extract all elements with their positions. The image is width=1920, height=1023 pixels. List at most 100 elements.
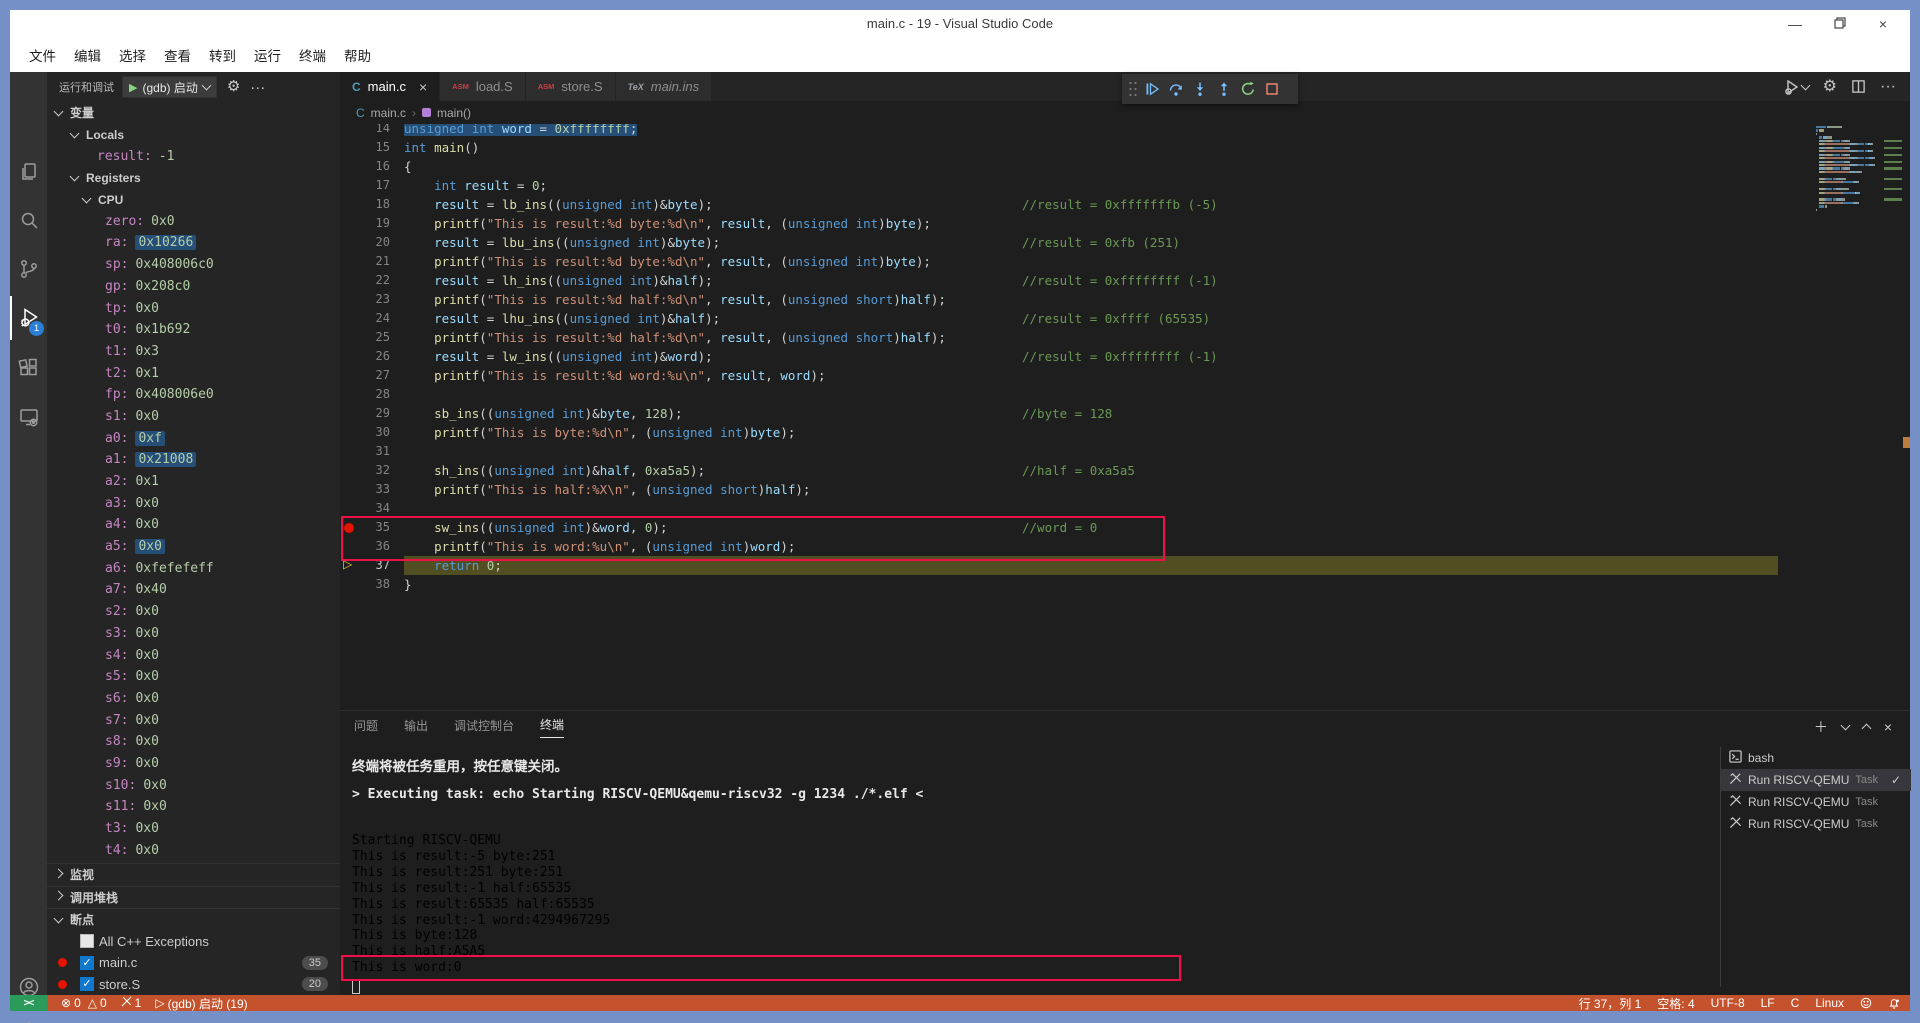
settings-icon[interactable]: ⚙1	[10, 1009, 47, 1023]
register-row-s3[interactable]: s3:0x0	[47, 623, 340, 645]
continue-button[interactable]	[1140, 76, 1164, 102]
menu-item-4[interactable]: 转到	[200, 42, 245, 68]
register-row-t2[interactable]: t2:0x1	[47, 362, 340, 384]
feedback-icon[interactable]	[1860, 997, 1872, 1009]
register-row-sp[interactable]: sp:0x408006c0	[47, 254, 340, 276]
stop-button[interactable]	[1260, 76, 1284, 102]
maximize-panel-icon[interactable]	[1861, 724, 1871, 734]
code-line-38[interactable]: 38}	[340, 575, 1910, 594]
menu-item-5[interactable]: 运行	[245, 42, 290, 68]
breakpoint-row-store.S[interactable]: ✓store.S20	[47, 974, 340, 996]
run-or-debug-button[interactable]	[1784, 79, 1809, 95]
register-row-a4[interactable]: a4:0x0	[47, 514, 340, 536]
code-line-31[interactable]: 31	[340, 442, 1910, 461]
launch-config-dropdown[interactable]: ▶ (gdb) 启动	[122, 76, 217, 98]
problems-status[interactable]: ⊗0 △0	[61, 996, 107, 1010]
register-row-a7[interactable]: a7:0x40	[47, 579, 340, 601]
tree-item-cpu[interactable]: CPU	[47, 189, 340, 211]
register-row-ra[interactable]: ra:0x10266	[47, 232, 340, 254]
register-row-a0[interactable]: a0:0xf	[47, 427, 340, 449]
breakpoint-checkbox[interactable]: ✓	[80, 956, 94, 970]
register-row-a2[interactable]: a2:0x1	[47, 471, 340, 493]
menu-item-7[interactable]: 帮助	[335, 42, 380, 68]
register-row-t3[interactable]: t3:0x0	[47, 818, 340, 840]
register-row-t4[interactable]: t4:0x0	[47, 839, 340, 861]
tasks-status[interactable]: 1	[121, 996, 142, 1010]
new-terminal-icon[interactable]: ＋	[1814, 717, 1828, 737]
gear-icon[interactable]: ⚙	[1823, 77, 1837, 97]
code-line-20[interactable]: 20 result = lbu_ins((unsigned int)&byte)…	[340, 233, 1910, 252]
terminal-dropdown-icon[interactable]	[1840, 721, 1850, 731]
code-editor[interactable]: 14unsigned int word = 0xffffffff;15int m…	[340, 124, 1910, 710]
tree-item-registers[interactable]: Registers	[47, 167, 340, 189]
code-line-15[interactable]: 15int main()	[340, 138, 1910, 157]
register-row-fp[interactable]: fp:0x408006e0	[47, 384, 340, 406]
code-line-26[interactable]: 26 result = lw_ins((unsigned int)&word);…	[340, 347, 1910, 366]
code-line-24[interactable]: 24 result = lhu_ins((unsigned int)&half)…	[340, 309, 1910, 328]
register-row-s2[interactable]: s2:0x0	[47, 601, 340, 623]
register-row-s1[interactable]: s1:0x0	[47, 406, 340, 428]
breadcrumb-symbol[interactable]: main()	[437, 106, 471, 120]
exceptions-checkbox[interactable]	[80, 934, 94, 948]
restart-button[interactable]	[1236, 76, 1260, 102]
register-row-s6[interactable]: s6:0x0	[47, 688, 340, 710]
code-line-18[interactable]: 18 result = lb_ins((unsigned int)&byte);…	[340, 195, 1910, 214]
step-over-button[interactable]	[1164, 76, 1188, 102]
register-row-t0[interactable]: t0:0x1b692	[47, 319, 340, 341]
code-line-29[interactable]: 29 sb_ins((unsigned int)&byte, 128);//by…	[340, 404, 1910, 423]
extensions-icon[interactable]	[10, 346, 47, 390]
terminal-list-item-0[interactable]: bash	[1721, 747, 1911, 769]
code-line-17[interactable]: 17 int result = 0;	[340, 176, 1910, 195]
tab-main.ins[interactable]: TeXmain.ins	[616, 72, 713, 101]
terminal-list-item-3[interactable]: Run RISCV-QEMUTask	[1721, 813, 1911, 835]
toolbar-drag-grip[interactable]	[1128, 80, 1138, 98]
menu-item-0[interactable]: 文件	[20, 42, 65, 68]
code-line-16[interactable]: 16{	[340, 157, 1910, 176]
breadcrumb-file[interactable]: main.c	[371, 106, 406, 120]
encoding[interactable]: UTF-8	[1711, 996, 1745, 1010]
panel-tab-输出[interactable]: 输出	[404, 717, 428, 738]
register-row-a3[interactable]: a3:0x0	[47, 492, 340, 514]
tab-store.S[interactable]: ASMstore.S	[526, 72, 616, 101]
terminal-list-item-2[interactable]: Run RISCV-QEMUTask	[1721, 791, 1911, 813]
register-row-a5[interactable]: a5:0x0	[47, 536, 340, 558]
tree-item-locals[interactable]: Locals	[47, 124, 340, 146]
code-line-19[interactable]: 19 printf("This is result:%d byte:%d\n",…	[340, 214, 1910, 233]
section-header-variables[interactable]: 变量	[47, 102, 340, 124]
code-line-25[interactable]: 25 printf("This is result:%d half:%d\n",…	[340, 328, 1910, 347]
register-row-s10[interactable]: s10:0x0	[47, 774, 340, 796]
step-out-button[interactable]	[1212, 76, 1236, 102]
breakpoint-row-main.c[interactable]: ✓main.c35	[47, 952, 340, 974]
menu-item-6[interactable]: 终端	[290, 42, 335, 68]
explorer-icon[interactable]	[10, 150, 47, 194]
register-row-s7[interactable]: s7:0x0	[47, 709, 340, 731]
register-row-zero[interactable]: zero:0x0	[47, 210, 340, 232]
code-line-14[interactable]: 14unsigned int word = 0xffffffff;	[340, 124, 1910, 138]
cursor-position[interactable]: 行 37，列 1	[1579, 995, 1642, 1012]
restore-button[interactable]	[1825, 14, 1855, 34]
close-panel-icon[interactable]: ×	[1884, 719, 1892, 735]
register-row-a1[interactable]: a1:0x21008	[47, 449, 340, 471]
run-and-debug-icon[interactable]: 1	[10, 296, 47, 340]
register-row-s5[interactable]: s5:0x0	[47, 666, 340, 688]
terminal-list-item-1[interactable]: Run RISCV-QEMUTask✓	[1721, 769, 1911, 791]
close-button[interactable]: ×	[1868, 14, 1898, 34]
register-row-tp[interactable]: tp:0x0	[47, 297, 340, 319]
debug-status[interactable]: ▷ (gdb) 启动 (19)	[155, 995, 247, 1012]
tree-item-local-result[interactable]: result:-1	[47, 145, 340, 167]
close-tab-icon[interactable]: ×	[419, 79, 427, 95]
register-row-t1[interactable]: t1:0x3	[47, 341, 340, 363]
register-row-s9[interactable]: s9:0x0	[47, 753, 340, 775]
register-row-a6[interactable]: a6:0xfefefeff	[47, 557, 340, 579]
more-actions-icon[interactable]: ···	[250, 79, 265, 96]
register-row-s8[interactable]: s8:0x0	[47, 731, 340, 753]
panel-tab-终端[interactable]: 终端	[540, 716, 564, 738]
register-row-s11[interactable]: s11:0x0	[47, 796, 340, 818]
remote-explorer-icon[interactable]	[10, 395, 47, 439]
panel-tab-问题[interactable]: 问题	[354, 717, 378, 738]
eol[interactable]: LF	[1761, 996, 1775, 1010]
tab-main.c[interactable]: Cmain.c×	[340, 72, 440, 101]
section-header-callstack[interactable]: 调用堆栈	[47, 886, 340, 909]
indentation[interactable]: 空格: 4	[1657, 995, 1694, 1012]
source-control-icon[interactable]	[10, 247, 47, 291]
